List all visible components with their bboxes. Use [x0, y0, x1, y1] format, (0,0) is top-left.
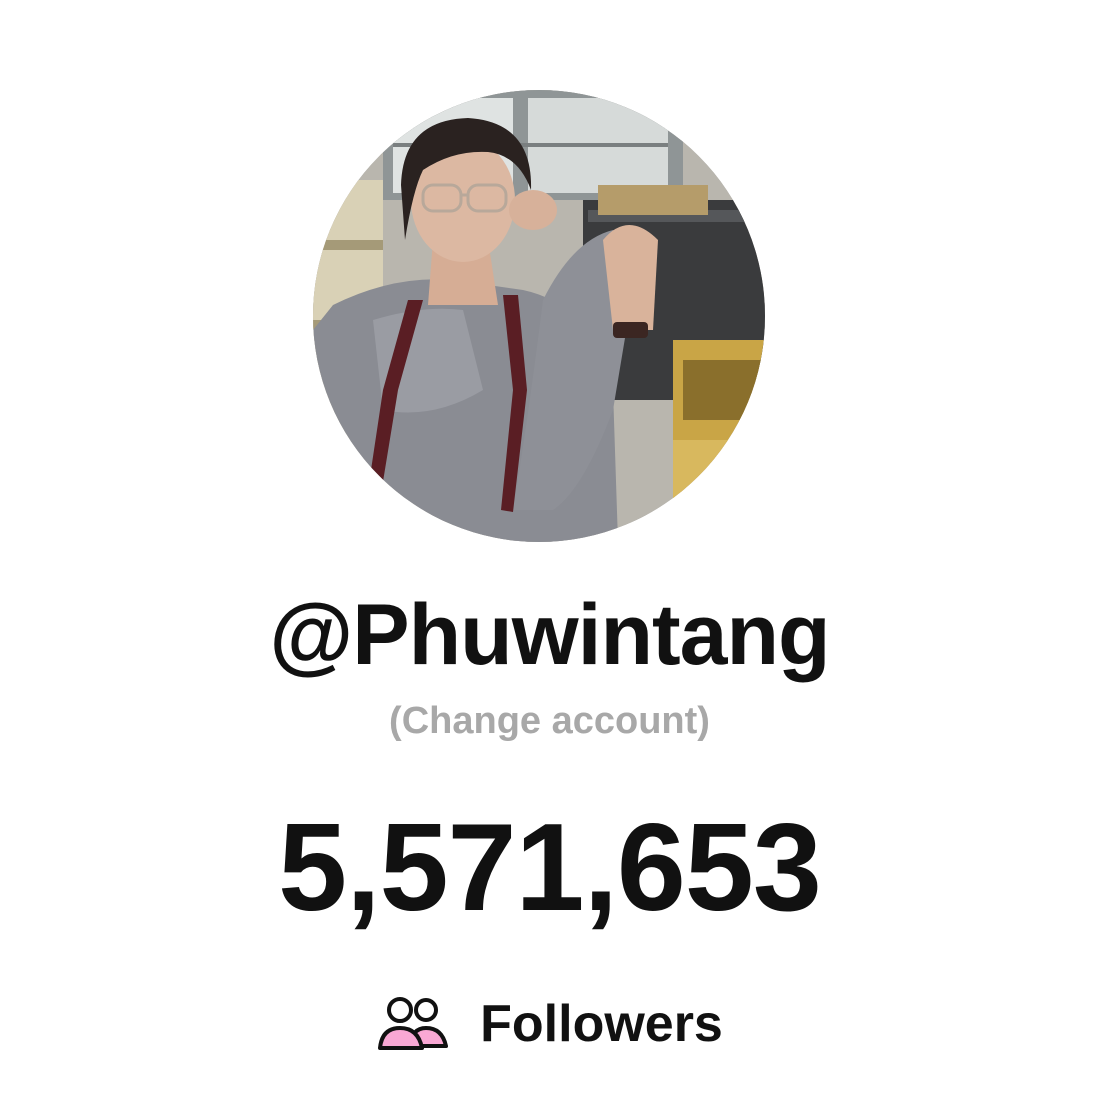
- followers-label-row: Followers: [0, 996, 1099, 1052]
- profile-card: @Phuwintang (Change account) 5,571,653 F…: [0, 0, 1099, 1107]
- profile-avatar[interactable]: [313, 90, 765, 542]
- change-account-link[interactable]: (Change account): [0, 702, 1099, 740]
- followers-label: Followers: [480, 995, 723, 1053]
- username: @Phuwintang: [269, 587, 830, 683]
- people-icon: [378, 997, 449, 1050]
- follower-count: 5,571,653: [278, 799, 822, 937]
- profile-photo-image: [313, 90, 765, 542]
